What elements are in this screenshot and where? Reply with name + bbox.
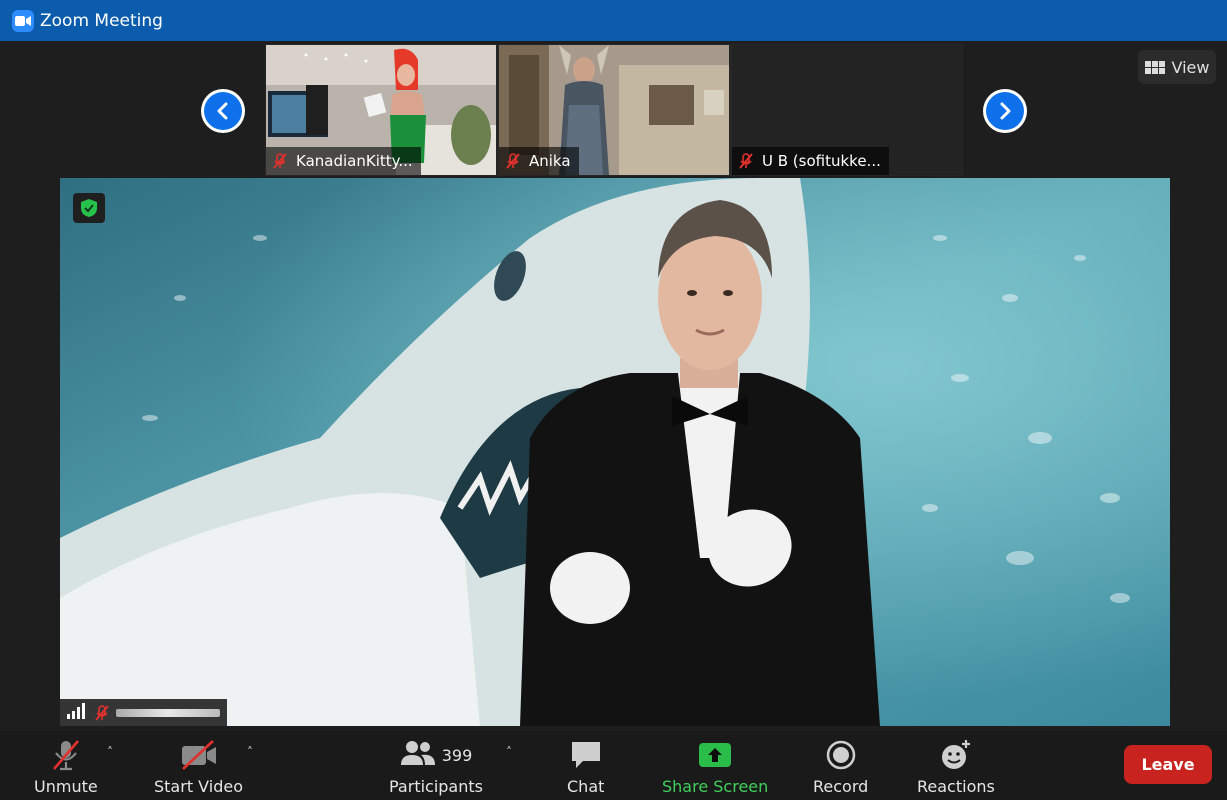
chat-bubble-icon	[569, 737, 603, 773]
smiley-plus-icon	[939, 737, 973, 773]
participant-name-label: Anika	[499, 147, 579, 175]
meeting-toolbar: Unmute ˄ Start Video ˄ 399 Participants …	[0, 731, 1227, 800]
video-options-caret[interactable]: ˄	[247, 745, 253, 759]
window-title: Zoom Meeting	[40, 10, 163, 31]
record-icon	[825, 737, 857, 773]
participants-options-caret[interactable]: ˄	[506, 745, 512, 759]
share-screen-button[interactable]: Share Screen	[662, 737, 768, 797]
speaker-video-frame	[60, 178, 1170, 726]
participant-tile[interactable]: Anika	[499, 45, 729, 175]
speaker-name-bar	[60, 699, 227, 726]
share-screen-icon	[697, 737, 733, 773]
title-bar: Zoom Meeting	[0, 0, 1227, 41]
leave-button[interactable]: Leave	[1124, 745, 1212, 784]
participant-name-label: U B (sofitukke...	[732, 147, 889, 175]
muted-mic-icon	[94, 704, 110, 721]
signal-strength-icon	[66, 702, 88, 723]
muted-mic-icon	[272, 153, 288, 169]
muted-mic-icon	[738, 153, 754, 169]
participant-tile[interactable]: KanadianKitty...	[266, 45, 496, 175]
participants-icon	[400, 738, 436, 772]
participant-tile[interactable]: U B (sofitukke...	[732, 45, 962, 175]
unmute-button[interactable]: Unmute	[34, 737, 98, 797]
redacted-name	[116, 708, 220, 717]
participant-name-label: KanadianKitty...	[266, 147, 421, 175]
muted-mic-icon	[505, 153, 521, 169]
audio-options-caret[interactable]: ˄	[107, 745, 113, 759]
view-button[interactable]: View	[1138, 50, 1216, 84]
reactions-button[interactable]: Reactions	[917, 737, 995, 797]
chevron-left-icon	[204, 92, 242, 130]
grid-icon	[1144, 60, 1165, 74]
record-button[interactable]: Record	[813, 737, 868, 797]
previous-page-button[interactable]	[201, 89, 245, 133]
muted-mic-icon	[49, 737, 83, 773]
next-page-button[interactable]	[983, 89, 1027, 133]
start-video-button[interactable]: Start Video	[154, 737, 243, 797]
chat-button[interactable]: Chat	[567, 737, 604, 797]
zoom-app-icon	[12, 9, 34, 32]
chevron-right-icon	[986, 92, 1024, 130]
video-off-icon	[179, 737, 219, 773]
encryption-shield-icon[interactable]	[73, 193, 105, 223]
active-speaker-video	[60, 178, 1170, 726]
participants-button[interactable]: 399 Participants	[389, 737, 483, 797]
participant-count: 399	[441, 745, 473, 765]
